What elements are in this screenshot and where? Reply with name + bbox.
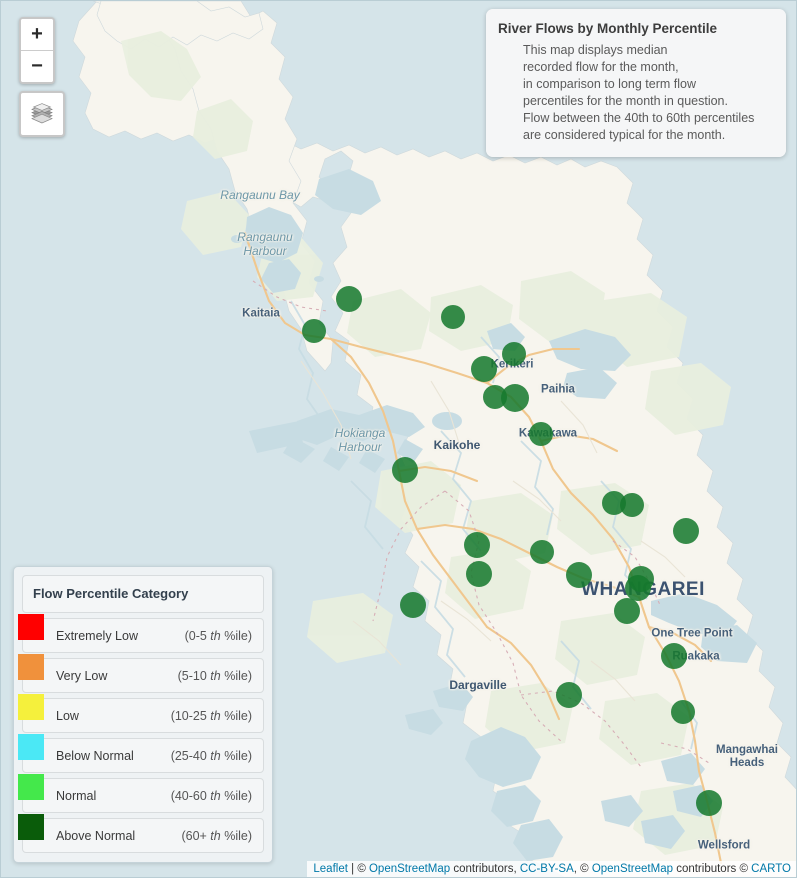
- flow-site-marker[interactable]: [466, 561, 492, 587]
- zoom-in-button[interactable]: +: [21, 19, 53, 51]
- layers-control-button[interactable]: [19, 91, 65, 137]
- flow-site-marker[interactable]: [673, 518, 699, 544]
- map-application: Rangaunu BayRangaunu HarbourKaitaiaKerik…: [0, 0, 797, 878]
- flow-site-marker[interactable]: [556, 682, 582, 708]
- legend-item-very-low[interactable]: Very Low (5-10 th %ile): [18, 654, 264, 693]
- flow-site-marker[interactable]: [671, 700, 695, 724]
- legend-range-ordinal: th: [210, 828, 221, 843]
- legend-range-value: (0-5: [184, 628, 211, 643]
- legend-range-value: (40-60: [170, 788, 211, 803]
- flow-site-marker[interactable]: [566, 562, 592, 588]
- legend-color-swatch: [18, 734, 44, 760]
- license-link[interactable]: CC-BY-SA: [520, 863, 574, 875]
- flow-site-marker[interactable]: [471, 356, 497, 382]
- info-panel-line: Flow between the 40th to 60th percentile…: [523, 110, 755, 125]
- legend-item-range: (60+ th %ile): [181, 829, 252, 843]
- legend-item-label: Above Normal: [56, 828, 136, 843]
- legend-item-label: Normal: [56, 788, 97, 803]
- legend-item-label: Low: [56, 708, 79, 723]
- flow-site-marker[interactable]: [620, 493, 644, 517]
- legend-color-swatch: [18, 654, 44, 680]
- flow-site-marker[interactable]: [501, 384, 529, 412]
- legend-item-extremely-low[interactable]: Extremely Low (0-5 th %ile): [18, 614, 264, 653]
- attribution-bar[interactable]: Leaflet | © OpenStreetMap contributors, …: [307, 861, 796, 877]
- legend-item-below-normal[interactable]: Below Normal (25-40 th %ile): [18, 734, 264, 773]
- attribution-contributors-2: contributors ©: [673, 863, 752, 875]
- legend-item-label: Very Low: [56, 668, 108, 683]
- info-panel-line: are considered typical for the month.: [523, 127, 726, 142]
- legend-range-ordinal: th: [210, 748, 221, 763]
- flow-site-marker[interactable]: [302, 319, 326, 343]
- info-panel-line: This map displays median: [523, 42, 668, 57]
- legend-range-suffix: %ile): [220, 708, 252, 723]
- legend-title: Flow Percentile Category: [33, 586, 189, 601]
- legend-range-suffix: %ile): [220, 828, 252, 843]
- flow-site-marker[interactable]: [502, 342, 526, 366]
- attribution-contributors-1: contributors,: [450, 863, 520, 875]
- info-panel-line: in comparison to long term flow: [523, 76, 696, 91]
- flow-site-marker[interactable]: [530, 540, 554, 564]
- legend-item-above-normal[interactable]: Above Normal (60+ th %ile): [18, 814, 264, 853]
- flow-site-marker[interactable]: [614, 598, 640, 624]
- info-panel-title: River Flows by Monthly Percentile: [498, 21, 718, 36]
- legend-range-ordinal: th: [210, 788, 221, 803]
- legend-color-swatch: [18, 774, 44, 800]
- flow-site-marker[interactable]: [400, 592, 426, 618]
- legend-item-label: Below Normal: [56, 748, 134, 763]
- zoom-out-button[interactable]: −: [21, 51, 53, 82]
- legend-panel: Flow Percentile Category Extremely Low (0…: [13, 566, 273, 863]
- flow-site-marker[interactable]: [464, 532, 490, 558]
- attribution-copyright-1: ©: [357, 863, 369, 875]
- leaflet-link[interactable]: Leaflet: [313, 863, 348, 875]
- flow-site-marker[interactable]: [529, 422, 553, 446]
- legend-range-value: (25-40: [170, 748, 211, 763]
- flow-site-marker[interactable]: [336, 286, 362, 312]
- legend-range-value: (5-10: [177, 668, 211, 683]
- info-panel-body: This map displays median recorded flow fo…: [498, 42, 774, 144]
- carto-link[interactable]: CARTO: [751, 863, 791, 875]
- legend-range-suffix: %ile): [220, 748, 252, 763]
- flow-site-marker[interactable]: [441, 305, 465, 329]
- legend-color-swatch: [18, 614, 44, 640]
- flow-site-marker[interactable]: [661, 643, 687, 669]
- layers-icon: [31, 103, 53, 124]
- attribution-separator-1: |: [347, 863, 358, 875]
- legend-color-swatch: [18, 694, 44, 720]
- flow-site-marker[interactable]: [392, 457, 418, 483]
- openstreetmap-link-2[interactable]: OpenStreetMap: [592, 863, 673, 875]
- info-panel: River Flows by Monthly Percentile This m…: [486, 9, 786, 157]
- legend-color-swatch: [18, 814, 44, 840]
- legend-item-range: (5-10 th %ile): [178, 669, 252, 683]
- legend-item-low[interactable]: Low (10-25 th %ile): [18, 694, 264, 733]
- legend-item-list: Extremely Low (0-5 th %ile) Very Low (5-10 …: [18, 614, 264, 853]
- legend-item-label: Extremely Low: [56, 628, 138, 643]
- flow-site-marker[interactable]: [625, 575, 651, 601]
- legend-range-suffix: %ile): [220, 788, 252, 803]
- legend-item-range: (10-25 th %ile): [171, 709, 252, 723]
- legend-range-suffix: %ile): [220, 668, 252, 683]
- legend-range-ordinal: th: [210, 628, 221, 643]
- legend-range-ordinal: th: [210, 668, 221, 683]
- attribution-copyright-2: ©: [580, 863, 592, 875]
- legend-title-row: Flow Percentile Category: [22, 575, 264, 613]
- legend-range-value: (10-25: [170, 708, 211, 723]
- openstreetmap-link-1[interactable]: OpenStreetMap: [369, 863, 450, 875]
- legend-range-value: (60+: [181, 828, 211, 843]
- info-panel-line: percentiles for the month in question.: [523, 93, 728, 108]
- legend-item-range: (0-5 th %ile): [185, 629, 252, 643]
- legend-item-normal[interactable]: Normal (40-60 th %ile): [18, 774, 264, 813]
- flow-site-marker[interactable]: [696, 790, 722, 816]
- legend-range-ordinal: th: [210, 708, 221, 723]
- legend-item-range: (25-40 th %ile): [171, 749, 252, 763]
- legend-range-suffix: %ile): [220, 628, 252, 643]
- zoom-control[interactable]: + −: [19, 17, 55, 84]
- legend-item-range: (40-60 th %ile): [171, 789, 252, 803]
- info-panel-line: recorded flow for the month,: [523, 59, 679, 74]
